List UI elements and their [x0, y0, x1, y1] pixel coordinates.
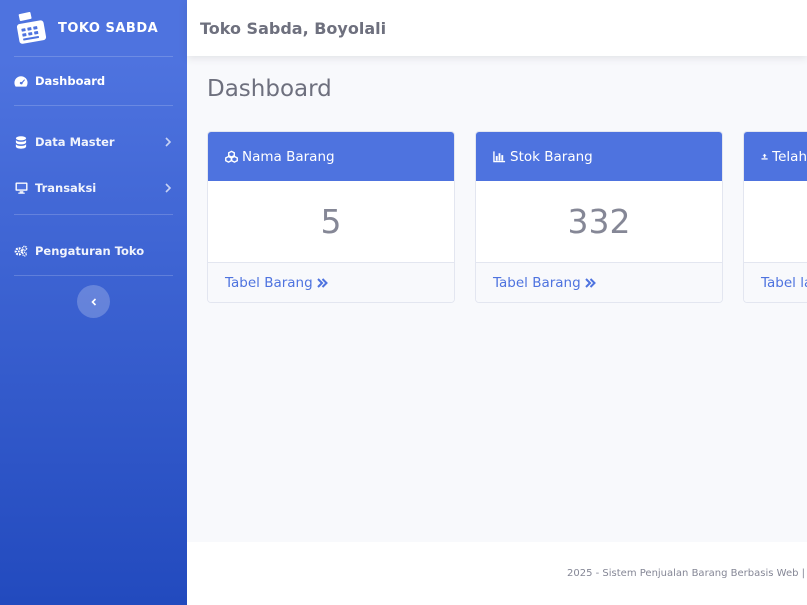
sidebar-item-label: Pengaturan Toko — [35, 244, 145, 258]
sidebar-item-pengaturan-toko[interactable]: Pengaturan Toko — [0, 227, 187, 275]
chart-bar-icon — [493, 151, 506, 163]
desktop-icon — [14, 181, 28, 195]
footer-text: 2025 - Sistem Penjualan Barang Berbasis … — [567, 568, 805, 579]
page-title: Dashboard — [207, 76, 332, 102]
sidebar-item-dashboard[interactable]: Dashboard — [0, 57, 187, 105]
sidebar-item-label: Transaksi — [35, 181, 97, 195]
card-link-label: Tabel Barang — [225, 275, 313, 291]
brand-name: TOKO SABDA — [58, 20, 159, 36]
sidebar-item-transaksi[interactable]: Transaksi — [0, 164, 187, 212]
card-value: 5 — [208, 181, 454, 263]
card-title: Telah — [772, 148, 807, 165]
card-header: Telah — [744, 132, 807, 181]
double-chevron-right-icon — [584, 278, 596, 288]
cogs-icon — [14, 244, 28, 258]
card-link-label: Tabel la — [761, 275, 807, 291]
sidebar-item-data-master[interactable]: Data Master — [0, 118, 187, 166]
upload-icon — [761, 153, 768, 160]
card-title: Stok Barang — [510, 148, 593, 165]
card-footer-link[interactable]: Tabel Barang — [208, 263, 454, 302]
sidebar-brand[interactable]: TOKO SABDA — [0, 0, 187, 56]
card-value: 332 — [476, 181, 722, 263]
card-header: Nama Barang — [208, 132, 454, 181]
sidebar-divider — [14, 275, 173, 276]
chevron-right-icon — [165, 137, 172, 147]
card-header: Stok Barang — [476, 132, 722, 181]
sidebar-item-label: Data Master — [35, 135, 115, 149]
card-footer-link[interactable]: Tabel la — [744, 263, 807, 302]
card-footer-link[interactable]: Tabel Barang — [476, 263, 722, 302]
sidebar-item-label: Dashboard — [35, 74, 106, 88]
tachometer-icon — [14, 74, 28, 88]
card-title: Nama Barang — [242, 148, 335, 165]
card-telah: Telah Tabel la — [743, 131, 807, 303]
database-icon — [14, 135, 28, 149]
card-nama-barang: Nama Barang 5 Tabel Barang — [207, 131, 455, 303]
register-icon — [16, 12, 47, 44]
sidebar: TOKO SABDA Dashboard Data Master Transak… — [0, 0, 187, 605]
chevron-right-icon — [165, 183, 172, 193]
sidebar-toggle-button[interactable] — [77, 285, 110, 318]
card-value — [744, 181, 807, 263]
store-title: Toko Sabda, Boyolali — [200, 18, 387, 38]
cubes-icon — [225, 150, 238, 163]
double-chevron-right-icon — [316, 278, 328, 288]
card-stok-barang: Stok Barang 332 Tabel Barang — [475, 131, 723, 303]
card-link-label: Tabel Barang — [493, 275, 581, 291]
topbar: Toko Sabda, Boyolali — [187, 0, 807, 56]
chevron-left-icon — [90, 297, 96, 306]
page-footer: 2025 - Sistem Penjualan Barang Berbasis … — [187, 542, 807, 605]
